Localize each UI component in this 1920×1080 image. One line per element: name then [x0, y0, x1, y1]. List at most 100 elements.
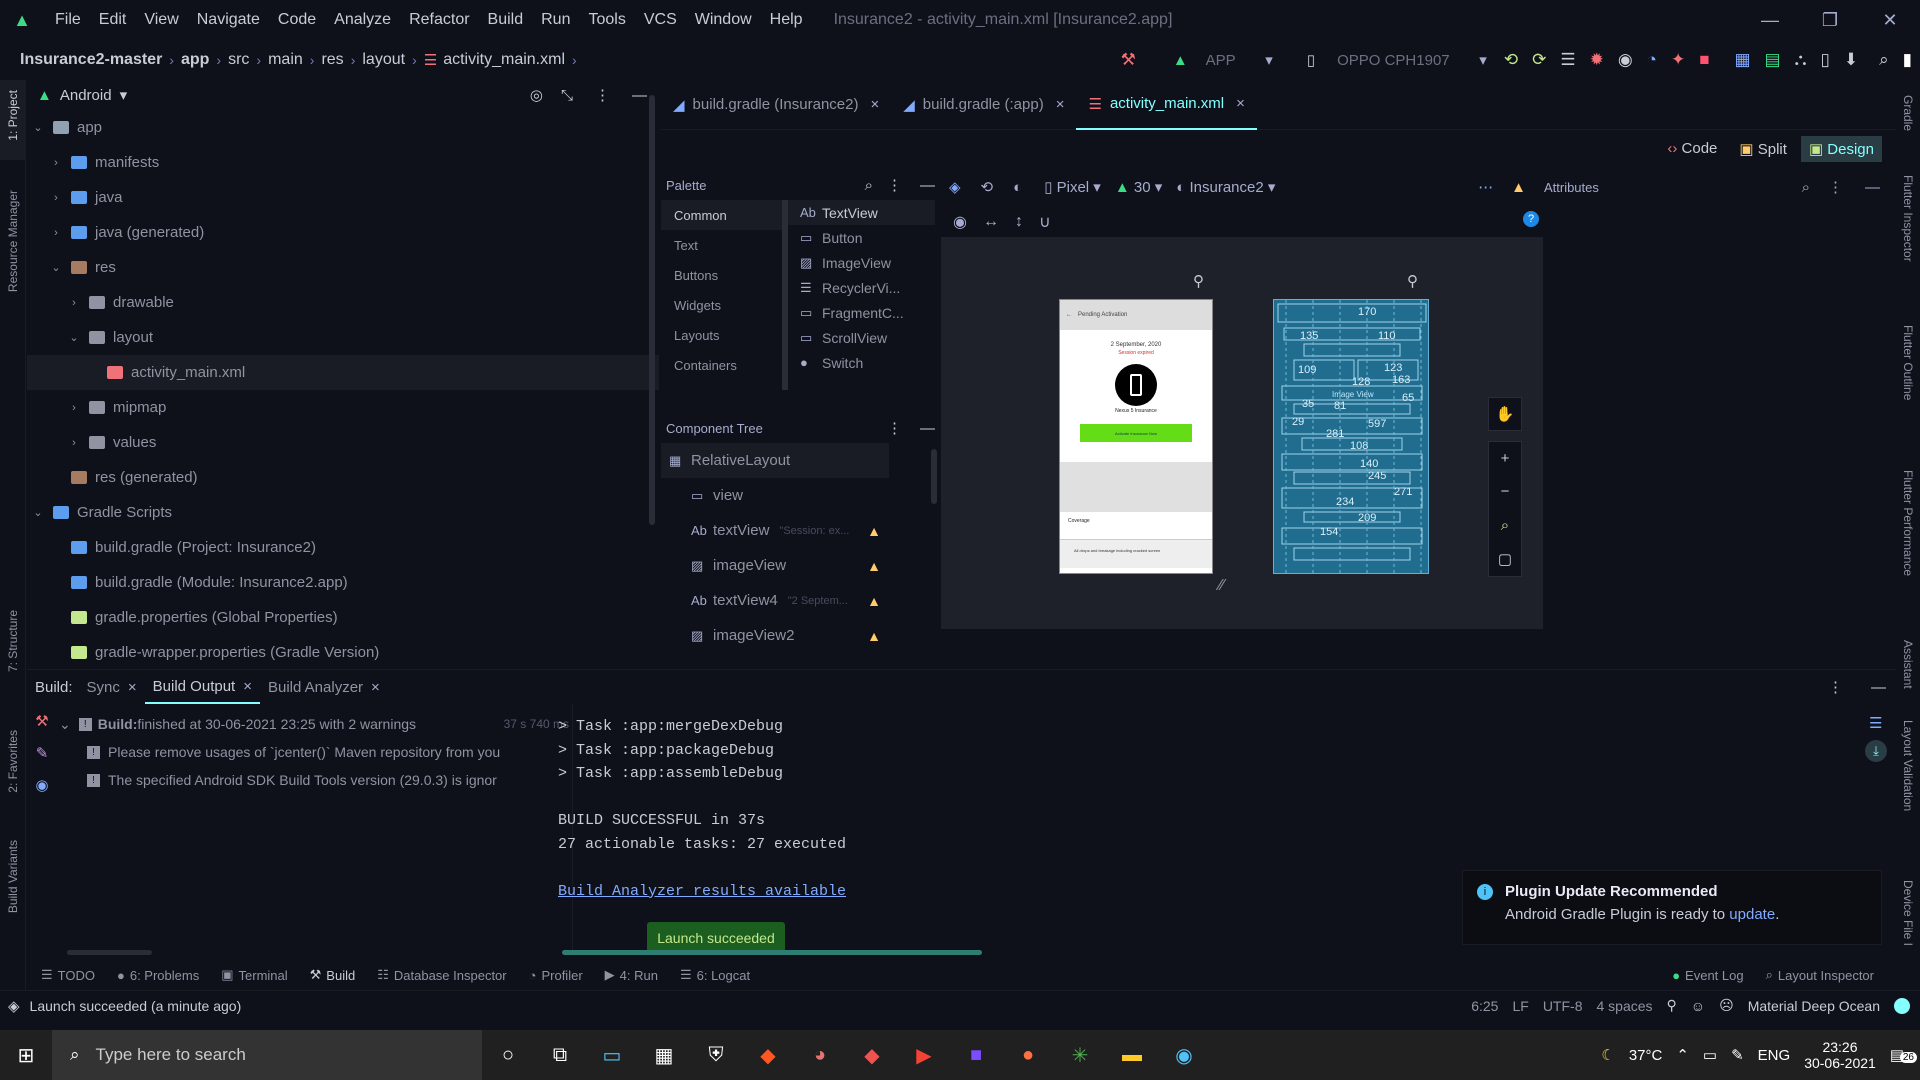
- flutter-inspector-tool-tab[interactable]: Flutter Inspector: [1901, 175, 1915, 262]
- build-tree-scrollbar[interactable]: [67, 950, 152, 955]
- tool-window-button[interactable]: ● Event Log: [1672, 967, 1743, 983]
- eye-icon[interactable]: ◉: [953, 212, 967, 232]
- file-encoding[interactable]: UTF-8: [1543, 998, 1583, 1014]
- warning-icon[interactable]: ▲: [1511, 179, 1526, 196]
- zoom-actual-icon[interactable]: ▢: [1498, 550, 1512, 568]
- theme-select[interactable]: ◐ Insurance2 ▾: [1176, 178, 1275, 196]
- more-options-icon[interactable]: ⋮: [887, 176, 902, 194]
- tool-window-button[interactable]: ⌕ Layout Inspector: [1766, 967, 1874, 983]
- breadcrumb-item[interactable]: Insurance2-master: [20, 51, 162, 69]
- palette-category[interactable]: Common: [661, 200, 782, 230]
- menu-build[interactable]: Build: [479, 11, 533, 29]
- build-tab[interactable]: Build Output ×: [144, 670, 260, 704]
- temperature[interactable]: 37°C: [1629, 1047, 1663, 1064]
- slack-icon[interactable]: ✳: [1054, 1030, 1106, 1080]
- close-tab-icon[interactable]: ×: [1236, 95, 1245, 112]
- battery-icon[interactable]: ▭: [1703, 1046, 1717, 1064]
- windows-start-button[interactable]: ⊞: [0, 1030, 52, 1080]
- breadcrumb-item[interactable]: main: [268, 51, 303, 69]
- maximize-button[interactable]: ❐: [1800, 10, 1860, 31]
- help-icon[interactable]: ?: [1523, 211, 1539, 227]
- paint-icon[interactable]: ◕: [794, 1030, 846, 1080]
- tool-window-button[interactable]: ▣ Terminal: [221, 967, 287, 983]
- warning-icon[interactable]: ▲: [867, 628, 881, 644]
- memory-icon[interactable]: ☺: [1691, 998, 1705, 1014]
- task-view-icon[interactable]: ⧉: [534, 1030, 586, 1080]
- caret-position[interactable]: 6:25: [1471, 998, 1498, 1014]
- breadcrumb-item[interactable]: layout: [362, 51, 405, 69]
- component-tree-item[interactable]: Ab textView "Session: ex... ▲: [661, 513, 889, 548]
- search-icon[interactable]: ⌕: [1802, 179, 1810, 196]
- palette-item[interactable]: ☰ RecyclerVi...: [788, 275, 935, 300]
- studio-icon[interactable]: ◉: [1158, 1030, 1210, 1080]
- close-tab-icon[interactable]: ×: [1056, 96, 1065, 113]
- device-select[interactable]: ▯ Pixel ▾: [1044, 178, 1101, 196]
- chevron-down-icon[interactable]: ▾: [120, 86, 128, 104]
- palette-category[interactable]: Helpers: [661, 380, 782, 391]
- hammer-icon[interactable]: ⚒: [35, 712, 48, 730]
- sdk-manager-icon[interactable]: ⬇: [1844, 50, 1858, 70]
- inspection-icon[interactable]: ☹: [1719, 997, 1734, 1014]
- menu-code[interactable]: Code: [269, 11, 325, 29]
- flutter-performance-tool-tab[interactable]: Flutter Performance: [1901, 470, 1915, 576]
- intellij-icon[interactable]: ■: [950, 1030, 1002, 1080]
- resource-manager-tool-tab[interactable]: Resource Manager: [6, 190, 20, 292]
- coverage-icon[interactable]: ☰: [1560, 50, 1575, 70]
- breadcrumb-item[interactable]: activity_main.xml: [443, 51, 565, 69]
- locate-icon[interactable]: ◎: [530, 86, 543, 104]
- menu-view[interactable]: View: [135, 11, 187, 29]
- orientation-icon[interactable]: ⟲: [981, 178, 994, 196]
- layout-validation-tool-tab[interactable]: Layout Validation: [1901, 720, 1915, 811]
- project-tree-item[interactable]: res (generated): [27, 460, 659, 495]
- warning-icon[interactable]: ▲: [867, 593, 881, 609]
- more-options-icon[interactable]: ⋮: [595, 86, 610, 104]
- run-config-select[interactable]: ▲ APP ▾: [1163, 45, 1283, 75]
- project-tree-item[interactable]: › mipmap: [27, 390, 659, 425]
- close-window-button[interactable]: ✕: [1860, 10, 1920, 31]
- stop-icon[interactable]: ■: [1699, 50, 1709, 70]
- project-tree-item[interactable]: build.gradle (Project: Insurance2): [27, 530, 659, 565]
- more-options-icon[interactable]: ⋮: [1828, 678, 1843, 696]
- build-root-node[interactable]: ⌄ ! Build: finished at 30-06-2021 23:25 …: [59, 710, 569, 738]
- editor-tab[interactable]: ◢ build.gradle (:app) ×: [891, 80, 1076, 130]
- flutter-outline-tool-tab[interactable]: Flutter Outline: [1901, 325, 1915, 400]
- hide-panel-icon[interactable]: —: [1871, 679, 1886, 696]
- project-tree-item[interactable]: › values: [27, 425, 659, 460]
- minimize-button[interactable]: —: [1740, 10, 1800, 31]
- pin-tab-icon[interactable]: ✎: [36, 744, 49, 762]
- firefox-icon[interactable]: ●: [1002, 1030, 1054, 1080]
- structure-tool-tab[interactable]: 7: Structure: [6, 610, 20, 672]
- breadcrumb-item[interactable]: src: [228, 51, 249, 69]
- menu-window[interactable]: Window: [686, 11, 761, 29]
- blueprint-preview[interactable]: 170 135 110 123 109 128 163 65 35 81 29 597 281 108 14…: [1273, 299, 1429, 575]
- palette-item[interactable]: ▨ ImageView: [788, 250, 935, 275]
- youtube-icon[interactable]: ▶: [898, 1030, 950, 1080]
- status-message[interactable]: Launch succeeded (a minute ago): [30, 998, 242, 1014]
- build-output-scrollbar[interactable]: [562, 950, 982, 955]
- project-view-select[interactable]: Android: [60, 87, 112, 104]
- build-warning-node[interactable]: ! The specified Android SDK Build Tools v…: [59, 766, 569, 794]
- line-separator[interactable]: LF: [1512, 998, 1528, 1014]
- pen-icon[interactable]: ✎: [1731, 1046, 1744, 1064]
- design-canvas[interactable]: ⚲ ⚲ ← Pending Activation 2 September, 202…: [941, 237, 1543, 629]
- component-tree-item[interactable]: ▨ imageView2 ▲: [661, 618, 889, 653]
- language-indicator[interactable]: ENG: [1758, 1047, 1791, 1064]
- account-icon[interactable]: ▮: [1903, 50, 1912, 70]
- pan-button[interactable]: ✋: [1488, 397, 1522, 431]
- menu-file[interactable]: File: [46, 11, 90, 29]
- weather-icon[interactable]: ☾: [1601, 1046, 1614, 1064]
- project-tree-item[interactable]: gradle.properties (Global Properties): [27, 600, 659, 635]
- palette-item[interactable]: ▭ FragmentC...: [788, 300, 935, 325]
- component-tree-item[interactable]: ▭ view: [661, 478, 889, 513]
- build-output-line[interactable]: Build Analyzer results available: [558, 880, 1358, 904]
- night-mode-icon[interactable]: ◐: [1013, 179, 1022, 196]
- build-tab[interactable]: Sync ×: [79, 670, 145, 704]
- horizontal-constraint-icon[interactable]: ↔: [983, 213, 999, 231]
- project-tree-item[interactable]: activity_main.xml: [27, 355, 659, 390]
- sync-gradle-icon[interactable]: ▤: [1765, 50, 1781, 70]
- code-mode-button[interactable]: ‹› Code: [1659, 136, 1725, 162]
- close-tab-icon[interactable]: ×: [243, 678, 252, 695]
- palette-category[interactable]: Containers: [661, 350, 782, 380]
- collapse-all-icon[interactable]: ⤡: [561, 87, 573, 104]
- project-structure-icon[interactable]: ▦: [1734, 50, 1750, 70]
